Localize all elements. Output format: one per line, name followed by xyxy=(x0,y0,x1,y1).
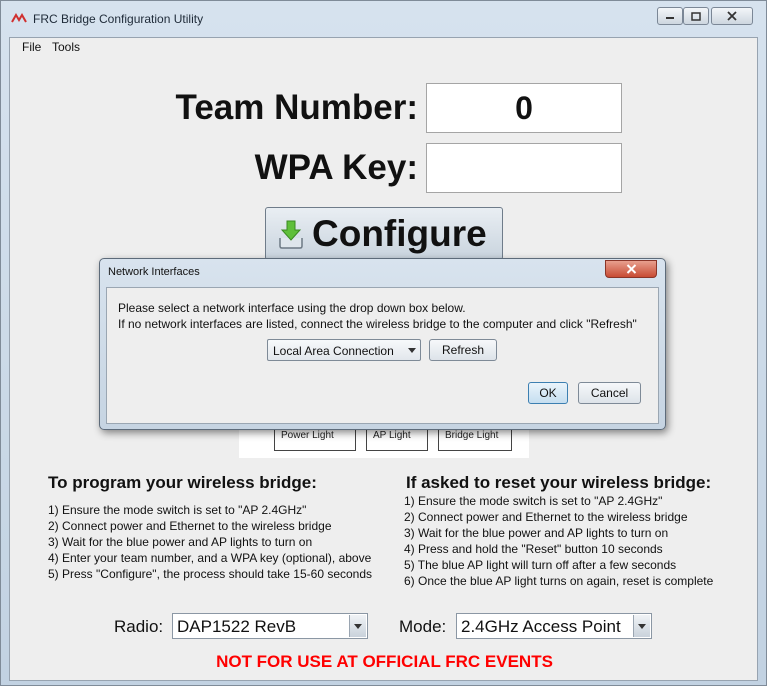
program-step: 3) Wait for the blue power and AP lights… xyxy=(48,535,313,549)
menu-tools[interactable]: Tools xyxy=(52,40,80,54)
reset-steps: 1) Ensure the mode switch is set to "AP … xyxy=(404,493,713,589)
program-step: 1) Ensure the mode switch is set to "AP … xyxy=(48,503,307,517)
interface-select[interactable]: Local Area Connection xyxy=(267,339,421,361)
minimize-icon xyxy=(666,17,674,19)
team-number-label: Team Number: xyxy=(175,88,418,127)
ok-button[interactable]: OK xyxy=(528,382,568,404)
download-icon xyxy=(279,220,303,249)
radio-select[interactable]: DAP1522 RevB xyxy=(172,613,368,639)
dialog-message-line: If no network interfaces are listed, con… xyxy=(118,317,637,331)
reset-step: 5) The blue AP light will turn off after… xyxy=(404,558,677,572)
reset-step: 3) Wait for the blue power and AP lights… xyxy=(404,526,669,540)
mode-label: Mode: xyxy=(399,617,447,636)
configure-button[interactable]: Configure xyxy=(265,207,503,260)
app-logo-icon xyxy=(11,13,27,23)
program-steps: 1) Ensure the mode switch is set to "AP … xyxy=(48,502,372,582)
reset-step: 6) Once the blue AP light turns on again… xyxy=(404,574,714,588)
mode-select[interactable]: 2.4GHz Access Point xyxy=(456,613,652,639)
dropdown-arrow-icon[interactable] xyxy=(633,615,650,637)
program-step: 5) Press "Configure", the process should… xyxy=(48,567,373,581)
network-interfaces-dialog: Network Interfaces Please select a netwo… xyxy=(99,258,666,430)
close-icon xyxy=(626,264,636,274)
reset-step: 1) Ensure the mode switch is set to "AP … xyxy=(404,494,663,508)
menu-file[interactable]: File xyxy=(22,40,41,54)
dropdown-arrow-icon[interactable] xyxy=(404,341,419,359)
cancel-button[interactable]: Cancel xyxy=(578,382,641,404)
refresh-button[interactable]: Refresh xyxy=(429,339,497,361)
reset-step: 4) Press and hold the "Reset" button 10 … xyxy=(404,542,663,556)
radio-label: Radio: xyxy=(114,617,164,636)
radio-value: DAP1522 RevB xyxy=(177,617,297,636)
maximize-icon xyxy=(691,11,701,21)
menu-bar: File Tools xyxy=(10,38,757,57)
reset-title: If asked to reset your wireless bridge: xyxy=(406,473,712,492)
dropdown-arrow-icon[interactable] xyxy=(349,615,366,637)
program-title: To program your wireless bridge: xyxy=(48,473,317,492)
maximize-button[interactable] xyxy=(683,7,709,25)
program-step: 4) Enter your team number, and a WPA key… xyxy=(48,551,372,565)
dialog-title: Network Interfaces xyxy=(108,266,200,278)
reset-step: 2) Connect power and Ethernet to the wir… xyxy=(404,510,688,524)
dialog-body: Please select a network interface using … xyxy=(106,287,659,424)
program-step: 2) Connect power and Ethernet to the wir… xyxy=(48,519,332,533)
dialog-message-line: Please select a network interface using … xyxy=(118,301,466,315)
dialog-close-button[interactable] xyxy=(605,260,657,278)
dialog-message: Please select a network interface using … xyxy=(118,300,637,332)
mode-value: 2.4GHz Access Point xyxy=(461,617,621,636)
title-bar[interactable]: FRC Bridge Configuration Utility xyxy=(1,1,766,37)
close-button[interactable] xyxy=(711,7,753,25)
warning-text: NOT FOR USE AT OFFICIAL FRC EVENTS xyxy=(216,652,553,671)
close-icon xyxy=(727,11,737,21)
interface-value: Local Area Connection xyxy=(273,344,394,358)
minimize-button[interactable] xyxy=(657,7,683,25)
wpa-key-field[interactable] xyxy=(426,143,622,193)
wpa-key-label: WPA Key: xyxy=(254,148,418,187)
team-number-field[interactable]: 0 xyxy=(426,83,622,133)
configure-label: Configure xyxy=(312,212,487,254)
window-title: FRC Bridge Configuration Utility xyxy=(33,12,204,26)
